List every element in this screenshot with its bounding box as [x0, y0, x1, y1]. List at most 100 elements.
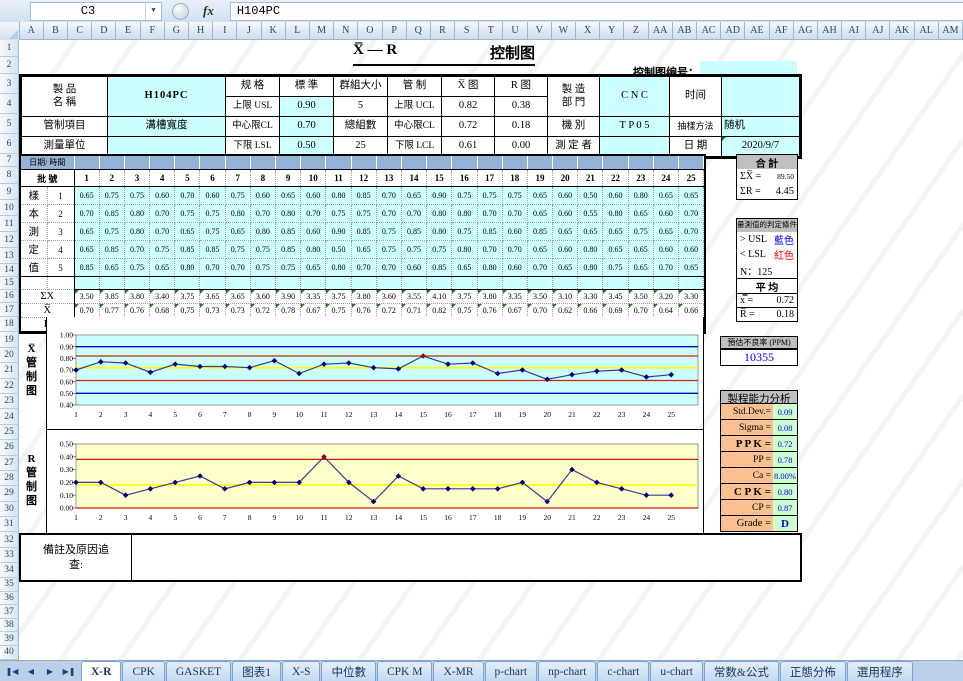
datetime-cell[interactable] [527, 156, 552, 170]
datetime-cell[interactable] [628, 156, 653, 170]
measure-cell[interactable]: 0.75 [326, 205, 351, 223]
measure-cell[interactable]: 0.80 [326, 259, 351, 277]
measure-cell[interactable]: 0.75 [150, 241, 175, 259]
dept-cell[interactable]: C N C [600, 77, 670, 117]
row-header-23[interactable]: 23 [0, 394, 19, 409]
measure-cell[interactable]: 0.65 [628, 241, 653, 259]
xbar-cell[interactable]: 0.82 [427, 304, 452, 318]
measure-cell[interactable]: 0.85 [276, 241, 301, 259]
xbar-cell[interactable]: 0.76 [124, 304, 149, 318]
row-header-2[interactable]: 2 [0, 57, 19, 74]
batch-number-4[interactable]: 4 [150, 170, 175, 187]
measure-cell[interactable]: 0.50 [326, 241, 351, 259]
sheet-tab-正態分佈[interactable]: 正態分佈 [780, 661, 846, 681]
datetime-cell[interactable] [276, 156, 301, 170]
measure-cell[interactable]: 0.70 [527, 259, 552, 277]
insert-function-icon[interactable]: fx [203, 3, 214, 19]
empty-cell[interactable] [527, 277, 552, 290]
xbar-cell[interactable]: 0.73 [200, 304, 225, 318]
xbar-cell[interactable]: 0.64 [653, 304, 678, 318]
measure-cell[interactable]: 0.80 [427, 205, 452, 223]
measure-cell[interactable]: 0.65 [301, 259, 326, 277]
empty-cell[interactable] [351, 277, 376, 290]
batch-number-9[interactable]: 9 [276, 170, 301, 187]
column-header-E[interactable]: E [116, 22, 140, 40]
measure-cell[interactable]: 0.65 [603, 223, 628, 241]
row-header-11[interactable]: 11 [0, 216, 19, 232]
measure-cell[interactable]: 0.70 [124, 241, 149, 259]
measure-cell[interactable]: 0.80 [452, 241, 477, 259]
batch-number-22[interactable]: 22 [603, 170, 628, 187]
batch-number-16[interactable]: 16 [452, 170, 477, 187]
product-name-cell[interactable]: H104PC [108, 77, 226, 117]
column-header-P[interactable]: P [383, 22, 407, 40]
measure-cell[interactable]: 0.65 [74, 241, 99, 259]
row-header-40[interactable]: 40 [0, 646, 19, 660]
column-header-AM[interactable]: AM [939, 22, 963, 40]
empty-cell[interactable] [99, 277, 124, 290]
measure-cell[interactable]: 0.65 [679, 187, 704, 205]
datetime-cell[interactable] [175, 156, 200, 170]
row-header-1[interactable]: 1 [0, 40, 19, 57]
row-header-8[interactable]: 8 [0, 167, 19, 184]
measure-cell[interactable]: 0.75 [99, 187, 124, 205]
measure-cell[interactable]: 0.75 [603, 259, 628, 277]
measure-cell[interactable]: 0.90 [326, 223, 351, 241]
measure-cell[interactable]: 0.75 [124, 187, 149, 205]
column-header-L[interactable]: L [286, 22, 310, 40]
measure-cell[interactable]: 0.60 [553, 187, 578, 205]
measure-cell[interactable]: 0.65 [452, 259, 477, 277]
batch-number-19[interactable]: 19 [527, 170, 552, 187]
measure-cell[interactable]: 0.80 [603, 205, 628, 223]
sum-cell[interactable]: 3.85 [99, 290, 124, 304]
xbar-cell[interactable]: 0.76 [477, 304, 502, 318]
datetime-cell[interactable] [250, 156, 275, 170]
sheet-tab-CPK M[interactable]: CPK M [377, 661, 432, 681]
batch-number-18[interactable]: 18 [502, 170, 527, 187]
measure-cell[interactable]: 0.75 [276, 259, 301, 277]
column-header-AA[interactable]: AA [649, 22, 673, 40]
measure-cell[interactable]: 0.85 [527, 223, 552, 241]
batch-number-20[interactable]: 20 [553, 170, 578, 187]
measure-cell[interactable]: 0.75 [225, 241, 250, 259]
sheet-tab-np-chart[interactable]: np-chart [538, 661, 596, 681]
empty-cell[interactable] [427, 277, 452, 290]
row-header-22[interactable]: 22 [0, 379, 19, 394]
row-header-35[interactable]: 35 [0, 578, 19, 592]
empty-cell[interactable] [679, 277, 704, 290]
xbar-control-chart[interactable]: 1.000.900.800.700.600.500.40123456789101… [47, 317, 703, 430]
row-header-39[interactable]: 39 [0, 632, 19, 646]
xbar-cell[interactable]: 0.70 [527, 304, 552, 318]
batch-number-24[interactable]: 24 [653, 170, 678, 187]
column-header-T[interactable]: T [479, 22, 503, 40]
column-header-V[interactable]: V [528, 22, 552, 40]
measure-cell[interactable]: 0.80 [301, 241, 326, 259]
measure-cell[interactable]: 0.80 [124, 223, 149, 241]
measure-cell[interactable]: 0.80 [427, 223, 452, 241]
sum-cell[interactable]: 3.75 [175, 290, 200, 304]
measure-cell[interactable]: 0.80 [175, 259, 200, 277]
xbar-cell[interactable]: 0.72 [250, 304, 275, 318]
sum-cell[interactable]: 4.10 [427, 290, 452, 304]
sum-cell[interactable]: 3.50 [628, 290, 653, 304]
sum-cell[interactable]: 3.10 [553, 290, 578, 304]
empty-cell[interactable] [225, 277, 250, 290]
measure-cell[interactable]: 0.70 [351, 259, 376, 277]
measure-cell[interactable]: 0.70 [502, 205, 527, 223]
sheet-tab-X-S[interactable]: X-S [282, 661, 321, 681]
sheet-tab-X-MR[interactable]: X-MR [433, 661, 483, 681]
sheet-tab-中位數[interactable]: 中位數 [321, 661, 376, 681]
measure-cell[interactable]: 0.70 [477, 205, 502, 223]
batch-number-10[interactable]: 10 [301, 170, 326, 187]
column-header-O[interactable]: O [358, 22, 382, 40]
row-header-19[interactable]: 19 [0, 332, 19, 347]
datetime-cell[interactable] [603, 156, 628, 170]
column-header-R[interactable]: R [431, 22, 455, 40]
column-header-AK[interactable]: AK [890, 22, 914, 40]
measure-cell[interactable]: 0.65 [527, 187, 552, 205]
row-header-25[interactable]: 25 [0, 425, 19, 440]
row-header-29[interactable]: 29 [0, 486, 19, 501]
xbar-cell[interactable]: 0.62 [553, 304, 578, 318]
batch-number-6[interactable]: 6 [200, 170, 225, 187]
row-header-4[interactable]: 4 [0, 94, 19, 114]
